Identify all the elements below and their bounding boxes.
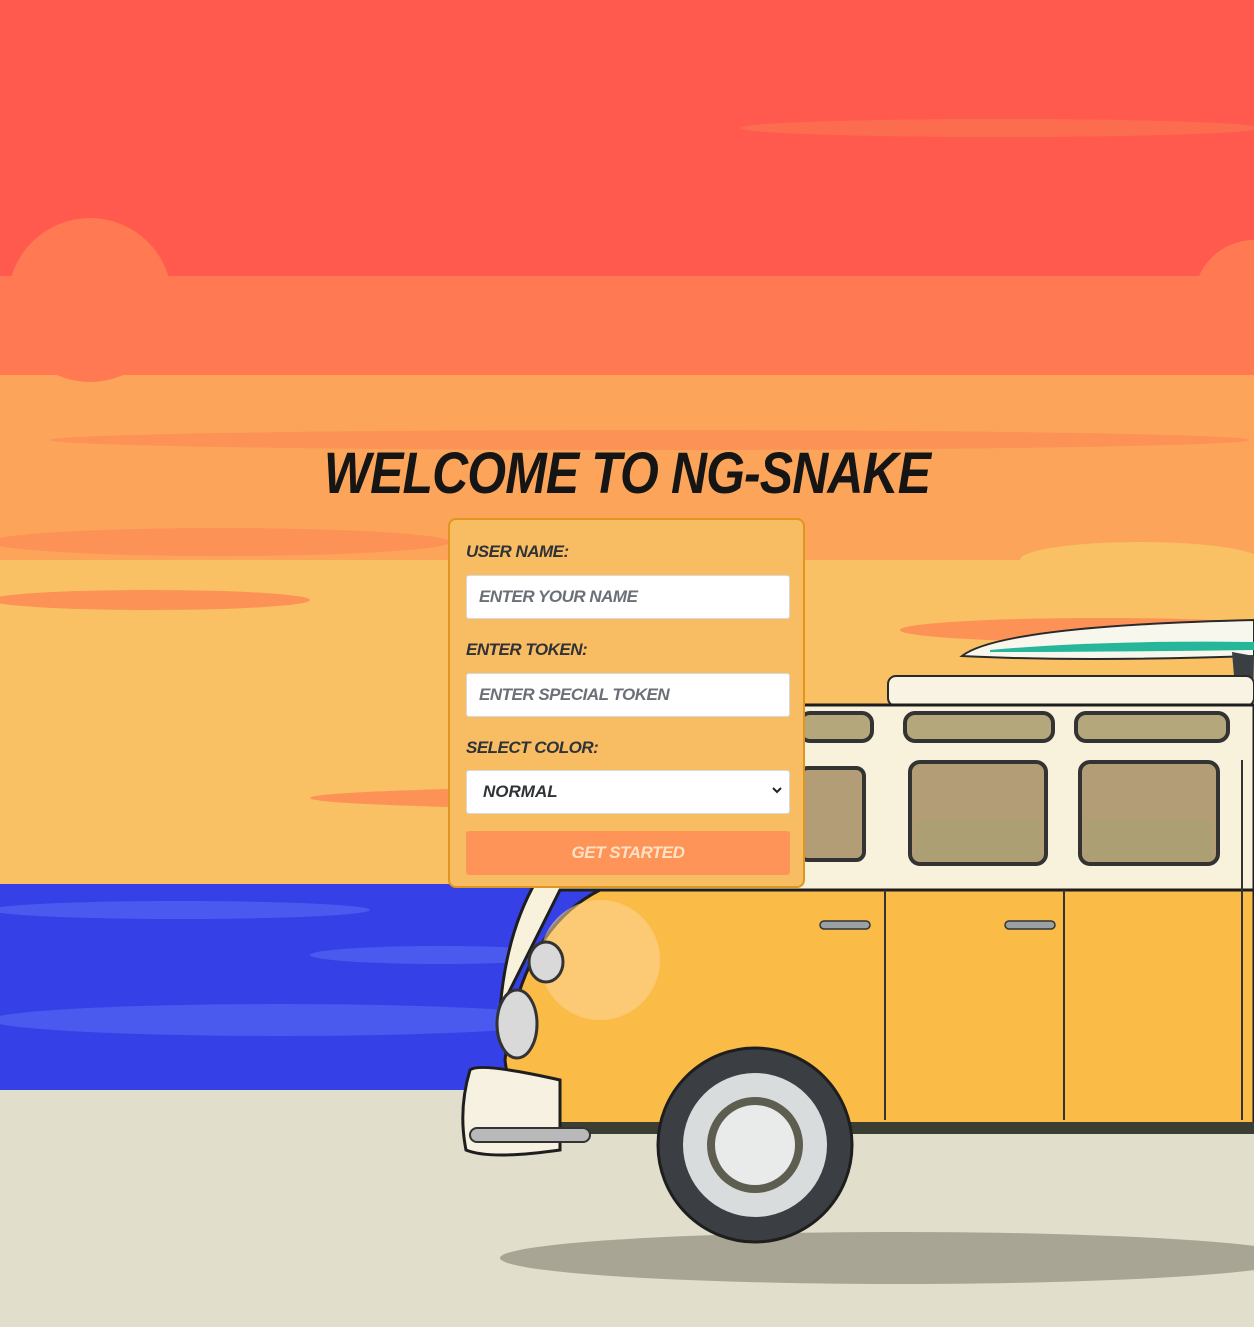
login-form-card: User Name: Enter Token: Select Color: No… (448, 518, 805, 888)
chevron-down-icon (772, 787, 782, 794)
token-input[interactable] (466, 673, 790, 717)
color-label: Select Color: (466, 738, 599, 757)
username-label: User Name: (466, 542, 569, 561)
color-select-value: Normal (483, 782, 558, 801)
color-select[interactable]: Normal (466, 770, 790, 814)
page-title: Welcome to ng-snake (323, 441, 931, 506)
get-started-button[interactable]: Get Started (466, 831, 790, 875)
username-input[interactable] (466, 575, 790, 619)
token-label: Enter Token: (466, 640, 588, 659)
